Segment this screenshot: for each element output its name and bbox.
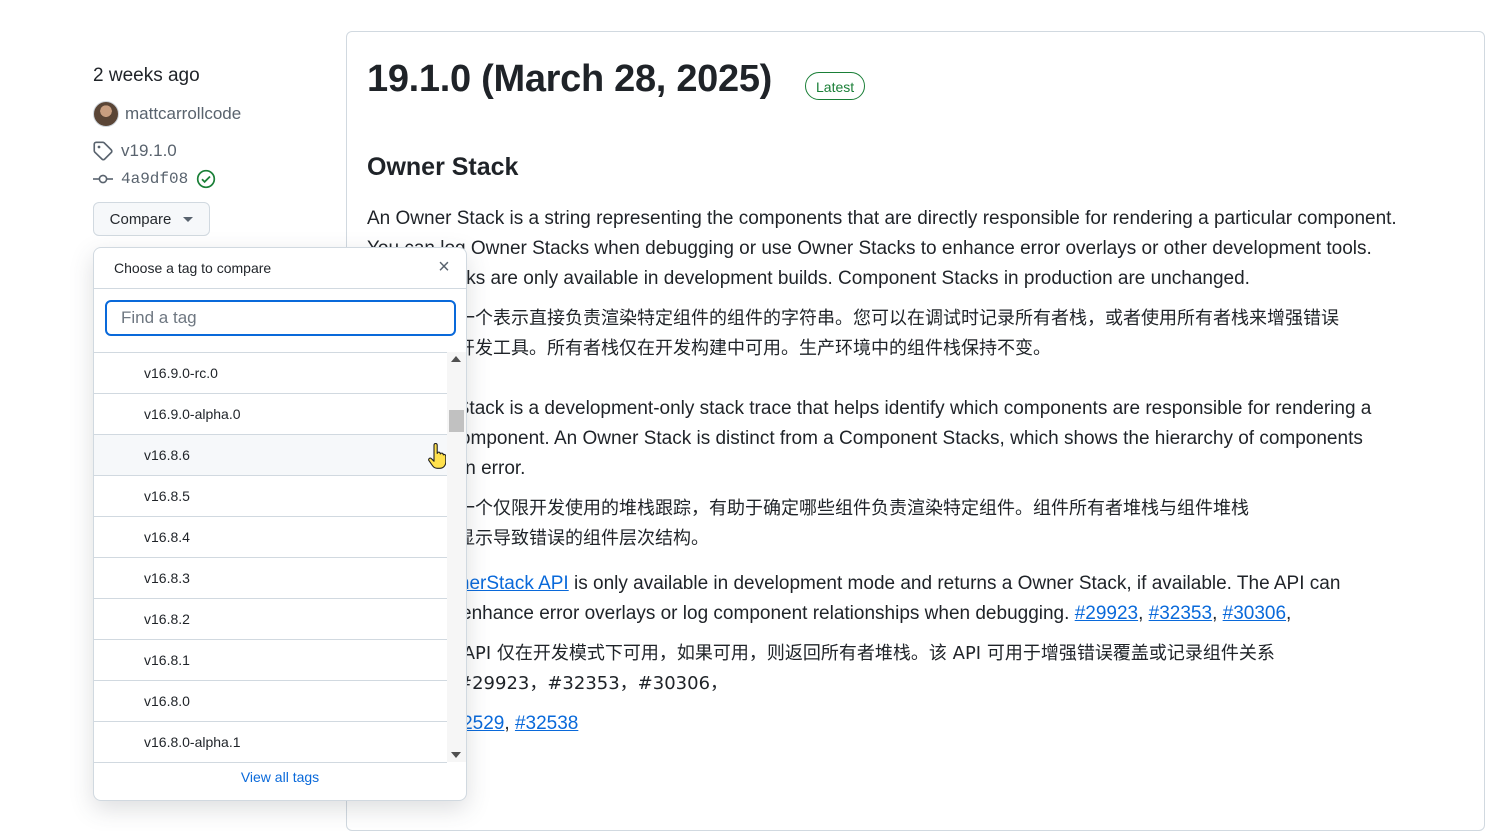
- tag-list-scrollbar[interactable]: [447, 352, 466, 762]
- list-item[interactable]: v16.8.4: [94, 517, 447, 558]
- text-line: An Owner Stack is a development-only sta…: [367, 398, 1372, 419]
- list-item[interactable]: v16.8.6: [94, 435, 447, 476]
- text-line: be used to enhance error overlays or log…: [367, 603, 1292, 624]
- release-commit[interactable]: 4a9df08: [93, 169, 216, 189]
- list-item[interactable]: v16.8.3: [94, 558, 447, 599]
- section-heading: Owner Stack: [367, 153, 519, 181]
- release-time: 2 weeks ago: [93, 65, 200, 86]
- chevron-down-icon: [183, 216, 194, 222]
- dropdown-title: Choose a tag to compare: [114, 260, 272, 276]
- scroll-up-arrow-icon[interactable]: [451, 356, 461, 362]
- list-item[interactable]: v16.8.2: [94, 599, 447, 640]
- text-span: be used to enhance error overlays or log…: [367, 603, 1075, 624]
- list-item[interactable]: v16.9.0-rc.0: [94, 353, 447, 394]
- hand-cursor-icon: [428, 443, 446, 469]
- list-item[interactable]: v16.8.5: [94, 476, 447, 517]
- view-all-tags-link[interactable]: View all tags: [94, 769, 466, 785]
- paragraph-api-en: captureOwnerStack API is only available …: [367, 569, 1467, 629]
- text-line: 覆盖或其他开发工具。所有者栈仅在开发构建中可用。生产环境中的组件栈保持不变。: [367, 338, 1051, 359]
- list-item[interactable]: v16.8.0: [94, 681, 447, 722]
- tag-name[interactable]: v19.1.0: [121, 141, 177, 161]
- compare-label: Compare: [109, 210, 172, 228]
- dropdown-header: Choose a tag to compare ×: [94, 248, 466, 289]
- text-line: captureOwnerStack API is only available …: [367, 569, 1467, 599]
- compare-tag-dropdown: Choose a tag to compare × v16.9.0-rc.0 v…: [93, 247, 467, 801]
- release-tag[interactable]: v19.1.0: [93, 141, 177, 161]
- paragraph-refs: #32538, #32529, #32538: [367, 709, 1467, 739]
- verified-check-icon[interactable]: [196, 169, 216, 189]
- compare-button[interactable]: Compare: [93, 202, 210, 236]
- scroll-down-arrow-icon[interactable]: [451, 752, 461, 758]
- text-line: 以便调试。#29923，#32353，#30306，: [367, 673, 729, 694]
- paragraph-dev-stack-zh: 所有者栈是一个仅限开发使用的堆栈跟踪，有助于确定哪些组件负责渲染特定组件。组件所…: [367, 494, 1467, 554]
- tag-search-input[interactable]: [105, 300, 456, 336]
- commit-sha[interactable]: 4a9df08: [121, 170, 188, 188]
- list-item[interactable]: v16.8.0-alpha.1: [94, 722, 447, 763]
- close-icon[interactable]: ×: [434, 257, 454, 277]
- author-name[interactable]: mattcarrollcode: [125, 104, 241, 124]
- issue-link[interactable]: #30306: [1223, 603, 1286, 624]
- text-line: 不同，后者显示导致错误的组件层次结构。: [367, 528, 709, 549]
- text-line: leading to an error.: [367, 458, 526, 479]
- tag-list: v16.9.0-rc.0 v16.9.0-alpha.0 v16.8.6 v16…: [94, 352, 447, 763]
- latest-badge: Latest: [805, 72, 866, 100]
- issue-link[interactable]: #32353: [1149, 603, 1212, 624]
- release-title[interactable]: 19.1.0 (March 28, 2025): [367, 58, 772, 101]
- issue-link[interactable]: #29923: [1075, 603, 1138, 624]
- commit-icon: [93, 174, 113, 184]
- paragraph-api-zh: 所有者堆栈 API 仅在开发模式下可用，如果可用，则返回所有者堆栈。该 API …: [367, 639, 1467, 699]
- list-item[interactable]: v16.8.1: [94, 640, 447, 681]
- text-line: You can log Owner Stacks when debugging …: [367, 238, 1372, 259]
- text-line: Owner Stacks are only available in devel…: [367, 268, 1250, 289]
- issue-link[interactable]: #32538: [515, 713, 578, 734]
- text-line: An Owner Stack is a string representing …: [367, 208, 1397, 229]
- text-span: is only available in development mode an…: [568, 573, 1341, 594]
- paragraph-dev-stack-en: An Owner Stack is a development-only sta…: [367, 394, 1467, 484]
- text-line: 所有者栈是一个表示直接负责渲染特定组件的组件的字符串。您可以在调试时记录所有者栈…: [367, 308, 1339, 329]
- text-line: 所有者堆栈 API 仅在开发模式下可用，如果可用，则返回所有者堆栈。该 API …: [367, 643, 1275, 664]
- tag-icon: [93, 141, 113, 161]
- avatar[interactable]: [93, 101, 119, 127]
- scrollbar-thumb[interactable]: [449, 410, 464, 432]
- release-author[interactable]: mattcarrollcode: [93, 101, 241, 127]
- text-line: 所有者栈是一个仅限开发使用的堆栈跟踪，有助于确定哪些组件负责渲染特定组件。组件所…: [367, 498, 1249, 519]
- paragraph-owner-stack-en: An Owner Stack is a string representing …: [367, 204, 1467, 294]
- list-item[interactable]: v16.9.0-alpha.0: [94, 394, 447, 435]
- paragraph-owner-stack-zh: 所有者栈是一个表示直接负责渲染特定组件的组件的字符串。您可以在调试时记录所有者栈…: [367, 304, 1467, 364]
- text-line: particular component. An Owner Stack is …: [367, 428, 1363, 449]
